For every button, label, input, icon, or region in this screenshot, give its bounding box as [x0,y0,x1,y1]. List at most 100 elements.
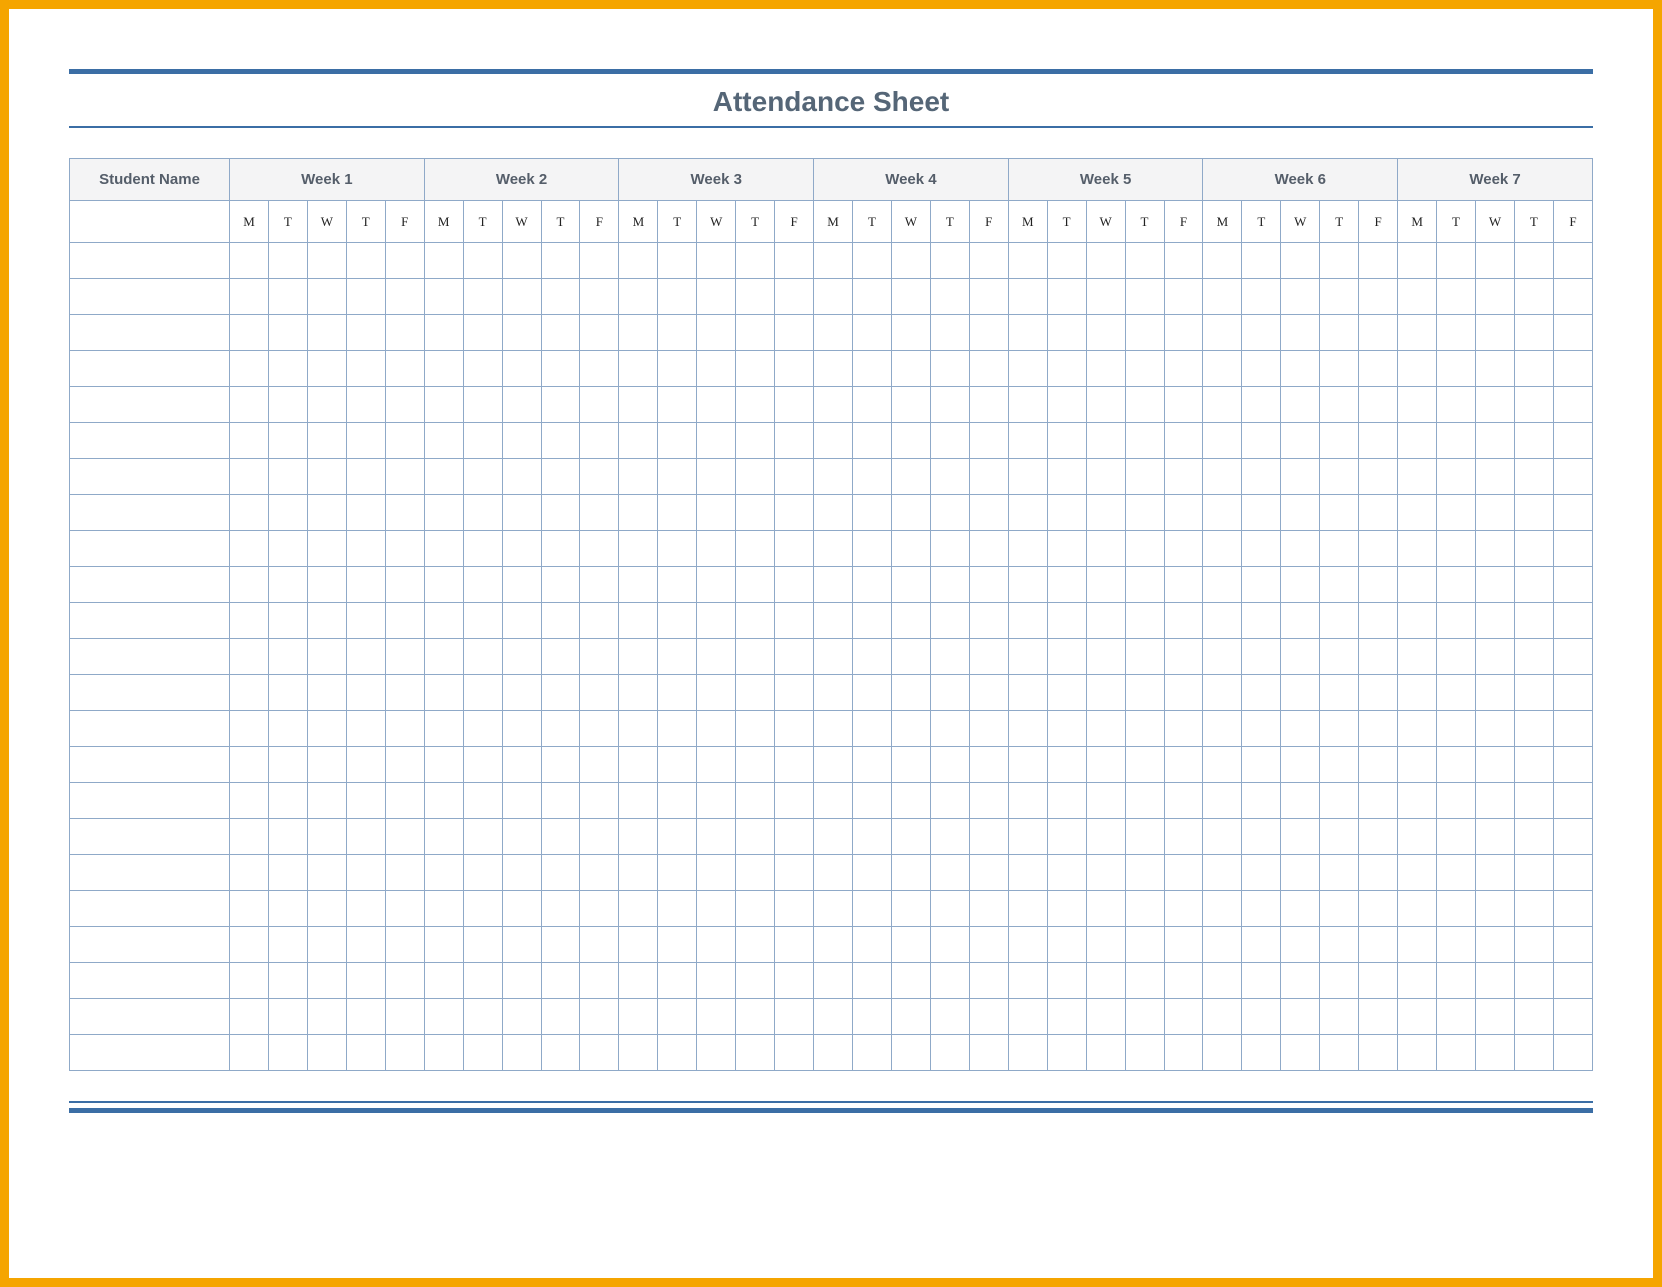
attendance-cell[interactable] [814,603,853,639]
attendance-cell[interactable] [697,567,736,603]
attendance-cell[interactable] [1437,639,1476,675]
attendance-cell[interactable] [502,279,541,315]
attendance-cell[interactable] [814,819,853,855]
attendance-cell[interactable] [1476,783,1515,819]
attendance-cell[interactable] [1359,855,1398,891]
attendance-cell[interactable] [346,711,385,747]
attendance-cell[interactable] [1398,711,1437,747]
attendance-cell[interactable] [891,819,930,855]
attendance-cell[interactable] [775,675,814,711]
attendance-cell[interactable] [424,351,463,387]
attendance-cell[interactable] [853,783,892,819]
attendance-cell[interactable] [814,639,853,675]
attendance-cell[interactable] [930,351,969,387]
attendance-cell[interactable] [307,279,346,315]
attendance-cell[interactable] [1281,387,1320,423]
attendance-cell[interactable] [775,531,814,567]
attendance-cell[interactable] [230,639,269,675]
attendance-cell[interactable] [1125,1035,1164,1071]
attendance-cell[interactable] [736,711,775,747]
attendance-cell[interactable] [1437,567,1476,603]
attendance-cell[interactable] [619,315,658,351]
attendance-cell[interactable] [1281,495,1320,531]
attendance-cell[interactable] [697,459,736,495]
attendance-cell[interactable] [1281,711,1320,747]
attendance-cell[interactable] [230,1035,269,1071]
attendance-cell[interactable] [1320,567,1359,603]
attendance-cell[interactable] [502,243,541,279]
attendance-cell[interactable] [1553,567,1592,603]
attendance-cell[interactable] [1320,243,1359,279]
attendance-cell[interactable] [853,675,892,711]
attendance-cell[interactable] [385,1035,424,1071]
attendance-cell[interactable] [1125,603,1164,639]
attendance-cell[interactable] [1125,387,1164,423]
attendance-cell[interactable] [1047,747,1086,783]
attendance-cell[interactable] [814,999,853,1035]
attendance-cell[interactable] [1281,459,1320,495]
attendance-cell[interactable] [775,963,814,999]
attendance-cell[interactable] [463,927,502,963]
attendance-cell[interactable] [697,279,736,315]
attendance-cell[interactable] [853,855,892,891]
attendance-cell[interactable] [385,819,424,855]
student-name-cell[interactable] [70,495,230,531]
attendance-cell[interactable] [463,423,502,459]
attendance-cell[interactable] [1203,603,1242,639]
attendance-cell[interactable] [1359,711,1398,747]
attendance-cell[interactable] [1164,855,1203,891]
attendance-cell[interactable] [502,711,541,747]
attendance-cell[interactable] [1553,639,1592,675]
attendance-cell[interactable] [891,567,930,603]
attendance-cell[interactable] [580,1035,619,1071]
attendance-cell[interactable] [1203,243,1242,279]
attendance-cell[interactable] [463,567,502,603]
attendance-cell[interactable] [1125,999,1164,1035]
attendance-cell[interactable] [1047,351,1086,387]
attendance-cell[interactable] [268,1035,307,1071]
attendance-cell[interactable] [1359,387,1398,423]
attendance-cell[interactable] [814,855,853,891]
attendance-cell[interactable] [385,927,424,963]
attendance-cell[interactable] [814,1035,853,1071]
attendance-cell[interactable] [1514,891,1553,927]
attendance-cell[interactable] [463,747,502,783]
attendance-cell[interactable] [969,495,1008,531]
attendance-cell[interactable] [502,603,541,639]
attendance-cell[interactable] [969,819,1008,855]
attendance-cell[interactable] [619,783,658,819]
attendance-cell[interactable] [969,711,1008,747]
attendance-cell[interactable] [1164,495,1203,531]
attendance-cell[interactable] [619,855,658,891]
attendance-cell[interactable] [1164,423,1203,459]
attendance-cell[interactable] [1242,891,1281,927]
attendance-cell[interactable] [1398,891,1437,927]
attendance-cell[interactable] [736,891,775,927]
attendance-cell[interactable] [541,315,580,351]
attendance-cell[interactable] [891,927,930,963]
attendance-cell[interactable] [1476,999,1515,1035]
attendance-cell[interactable] [1086,783,1125,819]
attendance-cell[interactable] [1008,747,1047,783]
attendance-cell[interactable] [268,603,307,639]
attendance-cell[interactable] [1242,819,1281,855]
attendance-cell[interactable] [891,279,930,315]
attendance-cell[interactable] [930,675,969,711]
attendance-cell[interactable] [1398,315,1437,351]
attendance-cell[interactable] [1514,639,1553,675]
attendance-cell[interactable] [1242,747,1281,783]
attendance-cell[interactable] [775,315,814,351]
attendance-cell[interactable] [1398,747,1437,783]
attendance-cell[interactable] [1476,567,1515,603]
attendance-cell[interactable] [1086,567,1125,603]
attendance-cell[interactable] [1553,1035,1592,1071]
attendance-cell[interactable] [736,459,775,495]
attendance-cell[interactable] [268,567,307,603]
attendance-cell[interactable] [658,819,697,855]
attendance-cell[interactable] [891,351,930,387]
attendance-cell[interactable] [969,783,1008,819]
attendance-cell[interactable] [658,999,697,1035]
attendance-cell[interactable] [268,387,307,423]
attendance-cell[interactable] [814,891,853,927]
attendance-cell[interactable] [930,819,969,855]
